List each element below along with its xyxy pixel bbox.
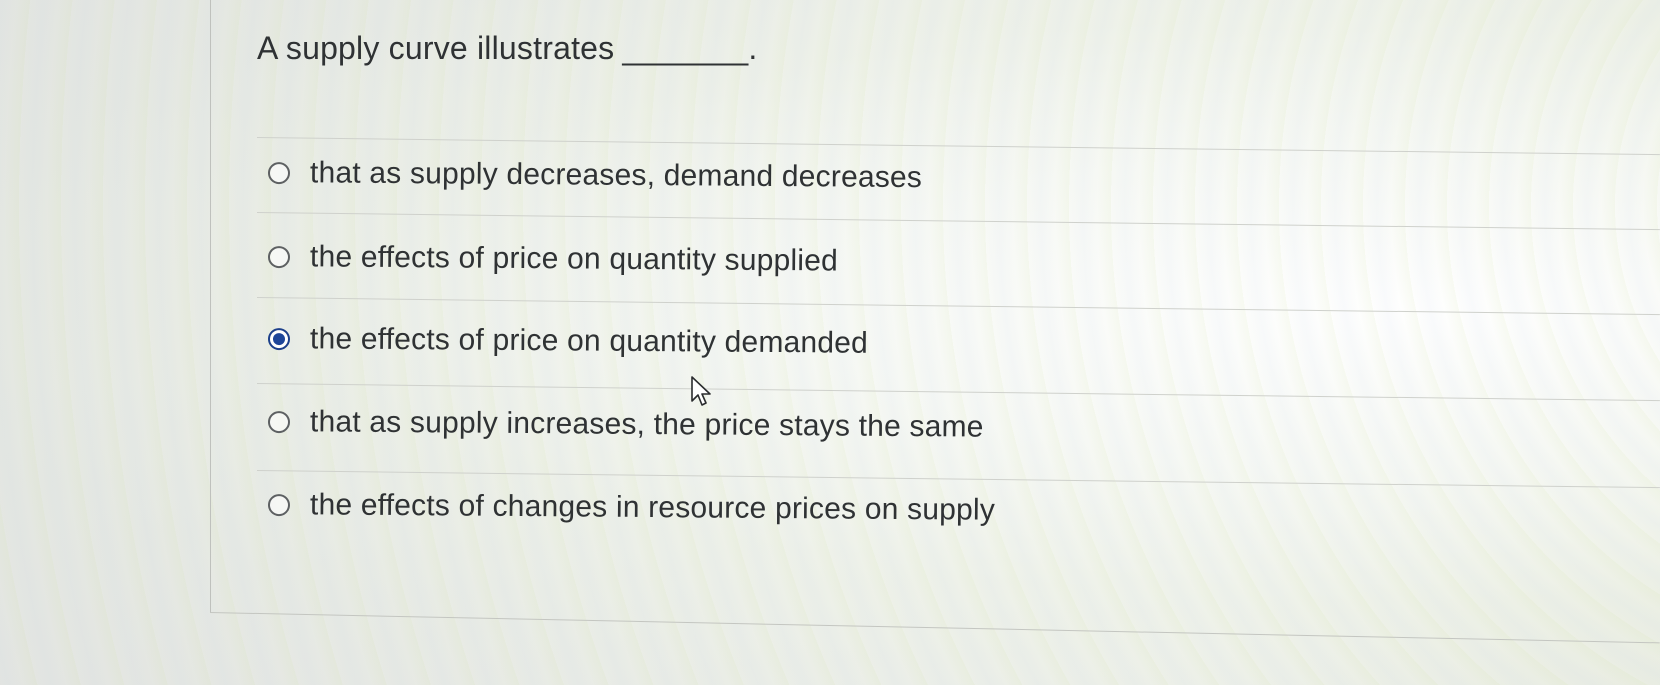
radio-button-option-1[interactable] (267, 162, 291, 185)
option-divider (256, 212, 1660, 231)
option-2[interactable]: the effects of price on quantity supplie… (267, 240, 839, 278)
option-3[interactable]: the effects of price on quantity demande… (267, 322, 869, 361)
option-4[interactable]: that as supply increases, the price stay… (267, 405, 984, 445)
option-divider (256, 383, 1660, 402)
radio-button-option-4[interactable] (267, 411, 291, 434)
answer-options: that as supply decreases, demand decreas… (0, 0, 1660, 685)
option-2-label: the effects of price on quantity supplie… (309, 240, 839, 278)
option-3-label: the effects of price on quantity demande… (309, 322, 869, 360)
arrow-pointer-icon (691, 376, 711, 406)
option-1-label: that as supply decreases, demand decreas… (309, 156, 923, 195)
option-1[interactable]: that as supply decreases, demand decreas… (267, 156, 923, 195)
option-divider (256, 470, 1660, 489)
option-divider (256, 137, 1660, 156)
option-4-label: that as supply increases, the price stay… (309, 405, 984, 444)
radio-button-option-2[interactable] (267, 246, 291, 269)
option-divider (256, 297, 1660, 316)
radio-button-option-5[interactable] (267, 494, 291, 517)
option-5-label: the effects of changes in resource price… (309, 488, 996, 527)
option-5[interactable]: the effects of changes in resource price… (267, 488, 996, 528)
radio-button-option-3-selected[interactable] (267, 328, 291, 351)
